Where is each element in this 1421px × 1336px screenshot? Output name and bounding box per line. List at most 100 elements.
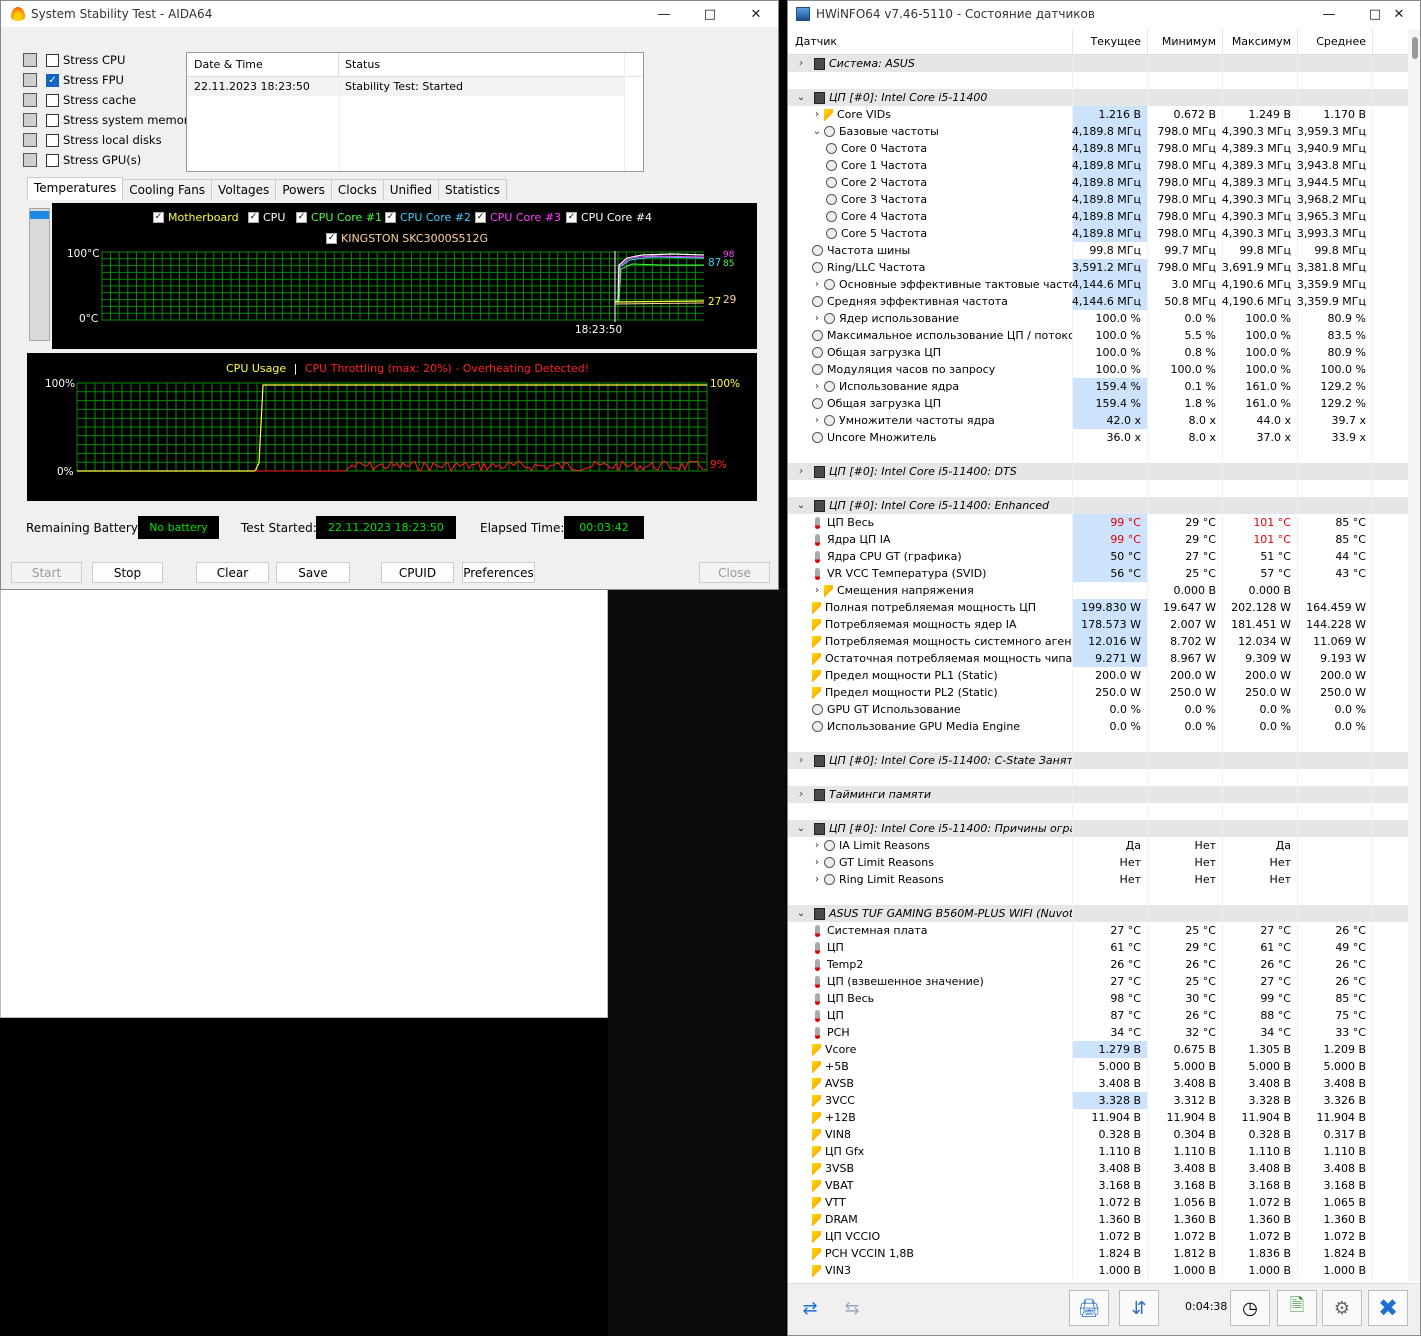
sensor-row[interactable]: Core 4 Частота 4,189.8 МГц 798.0 МГц 4,390.… <box>788 208 1408 225</box>
stress-option-3[interactable]: Stress system memory <box>23 111 195 129</box>
sensor-row[interactable]: Предел мощности PL2 (Static) 250.0 W 250.0… <box>788 684 1408 701</box>
sensor-row[interactable]: 3VSB 3.408 В 3.408 В 3.408 В 3.408 В <box>788 1160 1408 1177</box>
sensor-row[interactable]: ЦП 87 °C 26 °C 88 °C 75 °C <box>788 1007 1408 1024</box>
sensor-row[interactable]: ЦП Весь 98 °C 30 °C 99 °C 85 °C <box>788 990 1408 1007</box>
sensor-row[interactable]: Core 1 Частота 4,189.8 МГц 798.0 МГц 4,389.… <box>788 157 1408 174</box>
sensor-row[interactable]: › Использование ядра 159.4 % 0.1 % 161.0 % 12… <box>788 378 1408 395</box>
legend-item-5[interactable]: ✓ CPU Core #4 <box>566 211 652 224</box>
sensor-row[interactable]: › Core VIDs 1.216 В 0.672 В 1.249 В 1.170 В <box>788 106 1408 123</box>
sensor-group[interactable]: › Система: ASUS <box>788 55 1408 72</box>
event-log[interactable]: Date & Time Status 22.11.2023 18:23:50 S… <box>186 52 644 172</box>
sensor-group[interactable]: ⌄ ЦП [#0]: Intel Core i5-11400 <box>788 89 1408 106</box>
stress-checkbox[interactable] <box>46 153 59 167</box>
sensor-group[interactable]: ⌄ ЦП [#0]: Intel Core i5-11400: Enhanced <box>788 497 1408 514</box>
close-button[interactable]: Close <box>699 562 770 583</box>
cpuid-button[interactable]: CPUID <box>381 562 454 583</box>
start-button[interactable]: Start <box>11 562 82 583</box>
sensor-row[interactable]: VIN8 0.328 В 0.304 В 0.328 В 0.317 В <box>788 1126 1408 1143</box>
chevron-down-icon[interactable]: ⌄ <box>794 92 808 103</box>
sensor-row[interactable]: Предел мощности PL1 (Static) 200.0 W 200.0… <box>788 667 1408 684</box>
legend-checkbox[interactable]: ✓ <box>248 212 259 223</box>
sensor-row[interactable]: Общая загрузка ЦП 159.4 % 1.8 % 161.0 % 129.… <box>788 395 1408 412</box>
stress-checkbox[interactable] <box>46 133 59 147</box>
stress-checkbox[interactable] <box>46 93 59 107</box>
chevron-right-icon[interactable]: › <box>810 313 824 324</box>
close-window-button[interactable]: ✕ <box>733 1 778 27</box>
stress-checkbox[interactable]: ✓ <box>46 73 59 87</box>
sensor-row[interactable]: Core 3 Частота 4,189.8 МГц 798.0 МГц 4,390.… <box>788 191 1408 208</box>
stress-option-2[interactable]: Stress cache <box>23 91 136 109</box>
sensor-row[interactable]: Ядра CPU GT (графика) 50 °C 27 °C 51 °C 44 °… <box>788 548 1408 565</box>
legend-checkbox[interactable]: ✓ <box>566 212 577 223</box>
sensor-row[interactable]: Частота шины 99.8 МГц 99.7 МГц 99.8 МГц 99.8… <box>788 242 1408 259</box>
hw-close-window-button[interactable]: ✕ <box>1376 1 1420 27</box>
sensor-row[interactable]: GPU GT Использование 0.0 % 0.0 % 0.0 % 0.0 % <box>788 701 1408 718</box>
sensor-row[interactable]: Общая загрузка ЦП 100.0 % 0.8 % 100.0 % 80.9… <box>788 344 1408 361</box>
tab-3[interactable]: Powers <box>275 179 332 200</box>
stress-checkbox[interactable] <box>46 113 59 127</box>
sensor-row[interactable]: +12В 11.904 В 11.904 В 11.904 В 11.904 В <box>788 1109 1408 1126</box>
sensor-row[interactable]: › Умножители частоты ядра 42.0 x 8.0 x 44.0 … <box>788 412 1408 429</box>
collapse-arrows-icon[interactable]: ⇄ <box>790 1290 830 1326</box>
sensor-row[interactable]: Ring/LLC Частота 3,591.2 МГц 798.0 МГц 3,69… <box>788 259 1408 276</box>
chevron-right-icon[interactable]: › <box>794 58 808 69</box>
legend-checkbox[interactable]: ✓ <box>326 233 337 244</box>
chevron-right-icon[interactable]: › <box>810 857 824 868</box>
sensor-row[interactable]: ЦП Весь 99 °C 29 °C 101 °C 85 °C <box>788 514 1408 531</box>
sensor-row[interactable]: Потребляемая мощность ядер IA 178.573 W 2.… <box>788 616 1408 633</box>
col-average[interactable]: Среднее <box>1298 29 1373 54</box>
sensor-group[interactable]: › Тайминги памяти <box>788 786 1408 803</box>
chevron-down-icon[interactable]: ⌄ <box>794 908 808 919</box>
sensor-row[interactable]: Vcore 1.279 В 0.675 В 1.305 В 1.209 В <box>788 1041 1408 1058</box>
chevron-down-icon[interactable]: ⌄ <box>810 126 824 137</box>
legend-item-0[interactable]: ✓ Motherboard <box>153 211 239 224</box>
vertical-scrollbar[interactable] <box>1408 29 1420 1281</box>
settings-gear-icon[interactable]: ⚙ <box>1322 1290 1362 1326</box>
legend-checkbox[interactable]: ✓ <box>475 212 486 223</box>
expand-arrows-icon[interactable]: ⇆ <box>832 1290 872 1326</box>
chevron-right-icon[interactable]: › <box>810 415 824 426</box>
sensor-row[interactable]: › Смещения напряжения 0.000 В 0.000 В <box>788 582 1408 599</box>
chevron-down-icon[interactable]: ⌄ <box>794 500 808 511</box>
sensor-row[interactable]: DRAM 1.360 В 1.360 В 1.360 В 1.360 В <box>788 1211 1408 1228</box>
sensor-row[interactable]: Ядра ЦП IA 99 °C 29 °C 101 °C 85 °C <box>788 531 1408 548</box>
tab-5[interactable]: Unified <box>382 179 439 200</box>
report-icon[interactable]: 🖨 <box>1069 1290 1109 1326</box>
clear-button[interactable]: Clear <box>196 562 269 583</box>
sensor-row[interactable]: 3VCC 3.328 В 3.312 В 3.328 В 3.326 В <box>788 1092 1408 1109</box>
tab-2[interactable]: Voltages <box>211 179 277 200</box>
sensor-row[interactable]: › Основные эффективные тактовые частоты 4,… <box>788 276 1408 293</box>
tab-6[interactable]: Statistics <box>438 179 507 200</box>
sensor-row[interactable]: Полная потребляемая мощность ЦП 199.830 W… <box>788 599 1408 616</box>
sensor-row[interactable]: ЦП (взвешенное значение) 27 °C 25 °C 27 °C 2… <box>788 973 1408 990</box>
log-row[interactable]: 22.11.2023 18:23:50 Stability Test: Star… <box>187 77 625 96</box>
graph-scroll[interactable] <box>29 208 50 341</box>
hw-minimize-button[interactable]: — <box>1306 1 1352 27</box>
log-col-date[interactable]: Date & Time <box>187 53 339 76</box>
sensor-group[interactable]: ⌄ ЦП [#0]: Intel Core i5-11400: Причины о… <box>788 820 1408 837</box>
sensor-row[interactable]: PCH VCCIN 1,8В 1.824 В 1.812 В 1.836 В 1.824… <box>788 1245 1408 1262</box>
sensor-row[interactable]: +5В 5.000 В 5.000 В 5.000 В 5.000 В <box>788 1058 1408 1075</box>
legend-checkbox[interactable]: ✓ <box>153 212 164 223</box>
sensor-row[interactable]: Использование GPU Media Engine 0.0 % 0.0 %… <box>788 718 1408 735</box>
close-sensors-icon[interactable]: ✖ <box>1368 1290 1408 1326</box>
chevron-right-icon[interactable]: › <box>794 755 808 766</box>
sensor-group[interactable]: › ЦП [#0]: Intel Core i5-11400: DTS <box>788 463 1408 480</box>
stress-option-4[interactable]: Stress local disks <box>23 131 162 149</box>
sensor-row[interactable]: Средняя эффективная частота 4,144.6 МГц 50… <box>788 293 1408 310</box>
legend-item-4[interactable]: ✓ CPU Core #3 <box>475 211 561 224</box>
preferences-button[interactable]: Preferences <box>462 562 535 583</box>
col-maximum[interactable]: Максимум <box>1223 29 1298 54</box>
sensor-row[interactable]: Потребляемая мощность системного агента 1… <box>788 633 1408 650</box>
sensor-row[interactable]: VBAT 3.168 В 3.168 В 3.168 В 3.168 В <box>788 1177 1408 1194</box>
sensor-row[interactable]: › IA Limit Reasons Да Нет Да <box>788 837 1408 854</box>
sensor-row[interactable]: › GT Limit Reasons Нет Нет Нет <box>788 854 1408 871</box>
minimize-button[interactable]: — <box>641 1 687 27</box>
legend-checkbox[interactable]: ✓ <box>296 212 307 223</box>
log-col-status[interactable]: Status <box>339 53 380 76</box>
sensor-row[interactable]: VTT 1.072 В 1.056 В 1.072 В 1.065 В <box>788 1194 1408 1211</box>
chevron-right-icon[interactable]: › <box>810 279 824 290</box>
col-current[interactable]: Текущее <box>1073 29 1148 54</box>
sensor-row[interactable]: PCH 34 °C 32 °C 34 °C 33 °C <box>788 1024 1408 1041</box>
sensor-group[interactable]: ⌄ ASUS TUF GAMING B560M-PLUS WIFI (Nuvoto… <box>788 905 1408 922</box>
